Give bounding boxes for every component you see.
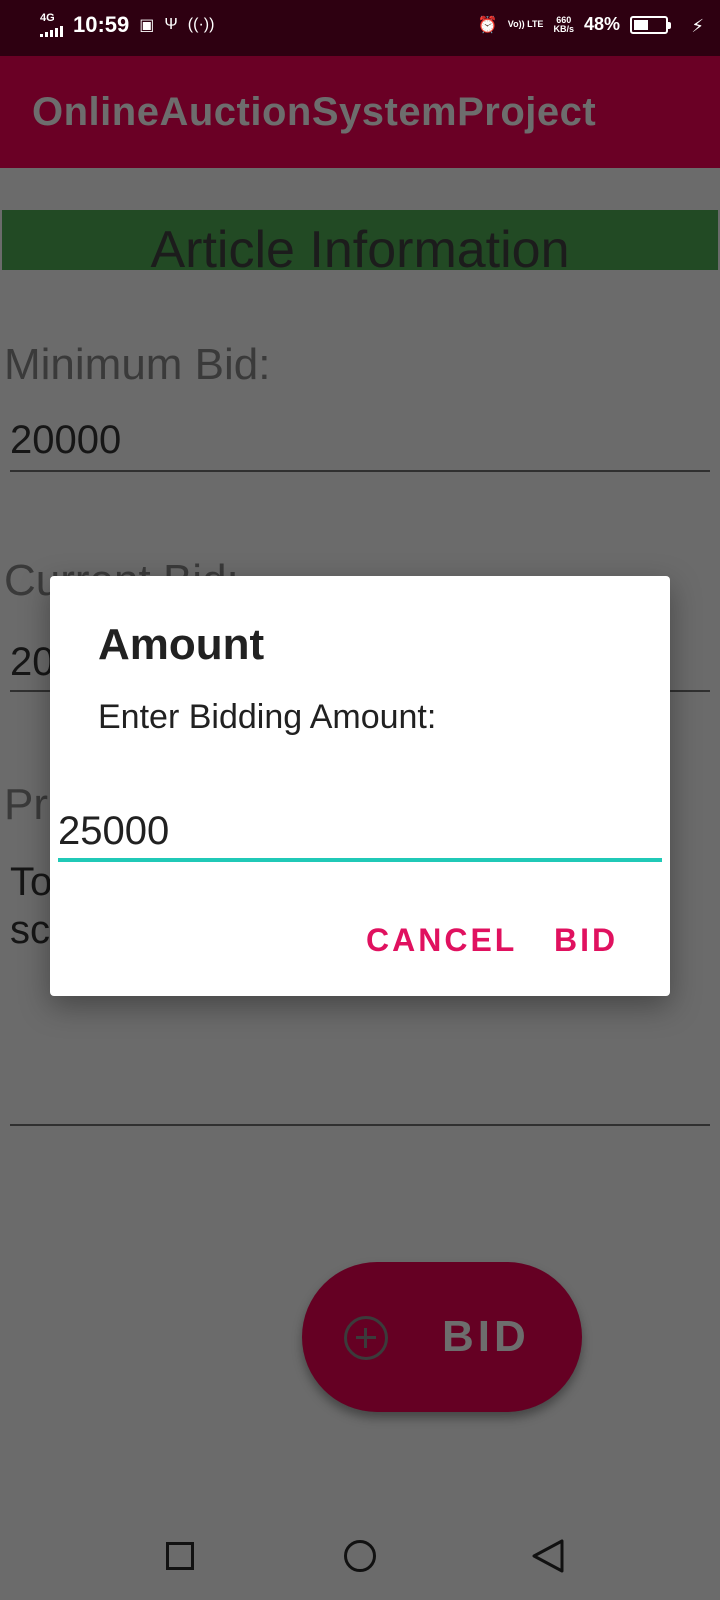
bid-fab-label: BID: [442, 1312, 530, 1361]
product-value-line2: sc: [10, 908, 50, 952]
alarm-icon: ⏰: [477, 16, 498, 34]
network-type: 4G: [40, 12, 55, 24]
app-notification-icon: ▣: [139, 17, 155, 34]
status-bar: 4G 10:59 ▣ Ψ ((·)) ⏰ Vo)) LTE 660 KB/s 4…: [0, 0, 720, 56]
network-indicator: 4G: [40, 13, 63, 37]
bid-button[interactable]: BID: [554, 922, 618, 959]
signal-icon: [40, 25, 63, 37]
volte-indicator: Vo)) LTE: [507, 19, 544, 29]
status-right: ⏰ Vo)) LTE 660 KB/s 48%: [477, 14, 671, 35]
status-time: 10:59: [73, 12, 130, 37]
current-bid-value: 20: [10, 640, 55, 684]
bid-amount-input[interactable]: [58, 804, 662, 862]
battery-percent: 48%: [583, 14, 620, 34]
recents-square-icon[interactable]: [166, 1542, 194, 1570]
hotspot-icon: ((·)): [187, 16, 215, 33]
product-underline: [10, 1124, 710, 1126]
minimum-bid-value: 20000: [10, 418, 122, 462]
product-value-line1: To: [10, 860, 53, 904]
cancel-button[interactable]: CANCEL: [366, 922, 517, 959]
minimum-bid-label: Minimum Bid:: [4, 340, 271, 389]
battery-fill: [634, 19, 649, 30]
add-circle-icon: [344, 1316, 388, 1360]
battery-icon: [630, 15, 671, 34]
product-label: Pr: [4, 780, 48, 829]
dialog-message: Enter Bidding Amount:: [98, 698, 437, 736]
dialog-title: Amount: [98, 620, 265, 669]
app-title: OnlineAuctionSystemProject: [32, 90, 597, 134]
amount-dialog: Amount Enter Bidding Amount: CANCEL BID: [50, 576, 670, 996]
article-header-text: Article Information: [150, 221, 570, 270]
app-bar: OnlineAuctionSystemProject: [0, 56, 720, 168]
home-circle-icon[interactable]: [344, 1540, 376, 1572]
usb-icon: Ψ: [164, 16, 178, 33]
network-speed-unit: KB/s: [553, 23, 574, 34]
network-speed: 660 KB/s: [553, 15, 574, 34]
status-left: 4G 10:59 ▣ Ψ ((·)): [40, 12, 214, 38]
back-triangle-icon[interactable]: [530, 1538, 566, 1574]
article-header: Article Information: [2, 210, 718, 270]
minimum-bid-underline: [10, 470, 710, 472]
charging-icon: ⚡: [691, 16, 704, 36]
bid-fab-button[interactable]: BID: [302, 1262, 582, 1412]
